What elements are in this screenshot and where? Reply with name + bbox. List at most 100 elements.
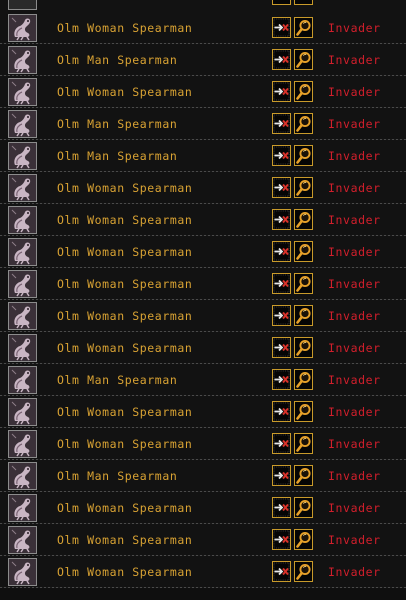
zoom-to-unit-button[interactable]: [294, 209, 313, 230]
unit-row[interactable]: Olm Woman Spearman Invader: [0, 300, 406, 332]
zoom-to-unit-button[interactable]: [294, 145, 313, 166]
unit-name: Olm Woman Spearman: [57, 501, 193, 515]
olm-portrait-icon[interactable]: [8, 270, 37, 298]
go-to-unit-button[interactable]: [272, 145, 291, 166]
zoom-to-unit-button[interactable]: [294, 0, 313, 5]
unit-status-badge: Invader: [328, 213, 381, 227]
unit-row[interactable]: Olm Woman Spearman Invader: [0, 204, 406, 236]
unit-status-badge: Invader: [328, 53, 381, 67]
go-to-unit-button[interactable]: [272, 273, 291, 294]
go-to-unit-button[interactable]: [272, 337, 291, 358]
zoom-to-unit-button[interactable]: [294, 49, 313, 70]
magnifying-glass-icon: [296, 531, 311, 548]
olm-portrait-icon[interactable]: [8, 366, 37, 394]
zoom-to-unit-button[interactable]: [294, 241, 313, 262]
go-to-unit-button[interactable]: [272, 465, 291, 486]
go-to-unit-button[interactable]: [272, 177, 291, 198]
olm-portrait-icon[interactable]: [8, 206, 37, 234]
zoom-to-unit-button[interactable]: [294, 465, 313, 486]
zoom-to-unit-button[interactable]: [294, 497, 313, 518]
go-to-unit-arrow-icon: [273, 434, 290, 453]
zoom-to-unit-button[interactable]: [294, 177, 313, 198]
go-to-unit-button[interactable]: [272, 497, 291, 518]
zoom-to-unit-button[interactable]: [294, 529, 313, 550]
unit-list: Olm Woman Spearman Invader Olm Man Spear…: [0, 0, 406, 600]
zoom-to-unit-button[interactable]: [294, 17, 313, 38]
zoom-to-unit-button[interactable]: [294, 433, 313, 454]
unit-row[interactable]: Olm Woman Spearman Invader: [0, 76, 406, 108]
unit-row[interactable]: Olm Man Spearman Invader: [0, 108, 406, 140]
zoom-to-unit-button[interactable]: [294, 561, 313, 582]
zoom-to-unit-button[interactable]: [294, 113, 313, 134]
zoom-to-unit-button[interactable]: [294, 337, 313, 358]
olm-portrait-icon[interactable]: [8, 334, 37, 362]
go-to-unit-button[interactable]: [272, 241, 291, 262]
olm-portrait-icon[interactable]: [8, 526, 37, 554]
zoom-to-unit-button[interactable]: [294, 81, 313, 102]
olm-portrait-icon[interactable]: [8, 462, 37, 490]
unit-name: Olm Woman Spearman: [57, 341, 193, 355]
unit-status-badge: Invader: [328, 341, 381, 355]
unit-row[interactable]: Olm Woman Spearman Invader: [0, 492, 406, 524]
go-to-unit-arrow-icon: [273, 370, 290, 389]
go-to-unit-arrow-icon: [273, 498, 290, 517]
unit-name: Olm Woman Spearman: [57, 533, 193, 547]
olm-portrait-icon[interactable]: [8, 174, 37, 202]
magnifying-glass-icon: [296, 115, 311, 132]
unit-row[interactable]: Olm Woman Spearman Invader: [0, 172, 406, 204]
olm-portrait-icon[interactable]: [8, 110, 37, 138]
go-to-unit-button[interactable]: [272, 369, 291, 390]
olm-portrait-icon[interactable]: [8, 302, 37, 330]
olm-portrait-icon[interactable]: [8, 398, 37, 426]
go-to-unit-button[interactable]: [272, 81, 291, 102]
unit-row[interactable]: Olm Woman Spearman Invader: [0, 268, 406, 300]
unit-name: Olm Woman Spearman: [57, 21, 193, 35]
unit-row[interactable]: Olm Woman Spearman Invader: [0, 332, 406, 364]
go-to-unit-button[interactable]: [272, 401, 291, 422]
go-to-unit-button[interactable]: [272, 305, 291, 326]
go-to-unit-button[interactable]: [272, 0, 291, 5]
zoom-to-unit-button[interactable]: [294, 305, 313, 326]
olm-portrait-icon[interactable]: [8, 142, 37, 170]
unit-row[interactable]: Olm Woman Spearman Invader: [0, 428, 406, 460]
unit-row[interactable]: Olm Man Spearman Invader: [0, 460, 406, 492]
olm-portrait-icon[interactable]: [8, 238, 37, 266]
unit-row[interactable]: Olm Woman Spearman Invader: [0, 396, 406, 428]
go-to-unit-button[interactable]: [272, 433, 291, 454]
go-to-unit-button[interactable]: [272, 17, 291, 38]
zoom-to-unit-button[interactable]: [294, 369, 313, 390]
unit-row[interactable]: Olm Woman Spearman Invader: [0, 12, 406, 44]
unit-name: Olm Woman Spearman: [57, 565, 193, 579]
unit-portrait[interactable]: [8, 0, 37, 10]
unit-status-badge: Invader: [328, 149, 381, 163]
unit-row[interactable]: Olm Man Spearman Invader: [0, 364, 406, 396]
magnifying-glass-icon: [296, 19, 311, 36]
unit-row[interactable]: Olm Woman Spearman Invader: [0, 524, 406, 556]
go-to-unit-button[interactable]: [272, 49, 291, 70]
zoom-to-unit-button[interactable]: [294, 401, 313, 422]
unit-row[interactable]: Olm Man Spearman Invader: [0, 44, 406, 76]
unit-status-badge: Invader: [328, 245, 381, 259]
olm-portrait-icon[interactable]: [8, 78, 37, 106]
unit-row[interactable]: Olm Woman Spearman Invader: [0, 236, 406, 268]
unit-row[interactable]: Olm Woman Spearman Invader: [0, 556, 406, 588]
magnifying-glass-icon: [296, 275, 311, 292]
go-to-unit-arrow-icon: [273, 338, 290, 357]
go-to-unit-button[interactable]: [272, 561, 291, 582]
unit-status-badge: Invader: [328, 117, 381, 131]
go-to-unit-arrow-icon: [273, 210, 290, 229]
olm-portrait-icon[interactable]: [8, 558, 37, 586]
go-to-unit-button[interactable]: [272, 209, 291, 230]
go-to-unit-arrow-icon: [273, 530, 290, 549]
olm-portrait-icon[interactable]: [8, 46, 37, 74]
unit-row[interactable]: Olm Man Spearman Invader: [0, 140, 406, 172]
olm-portrait-icon[interactable]: [8, 430, 37, 458]
olm-portrait-icon[interactable]: [8, 14, 37, 42]
magnifying-glass-icon: [296, 563, 311, 580]
zoom-to-unit-button[interactable]: [294, 273, 313, 294]
olm-portrait-icon[interactable]: [8, 494, 37, 522]
unit-status-badge: Invader: [328, 437, 381, 451]
go-to-unit-button[interactable]: [272, 113, 291, 134]
unit-status-badge: Invader: [328, 501, 381, 515]
go-to-unit-button[interactable]: [272, 529, 291, 550]
